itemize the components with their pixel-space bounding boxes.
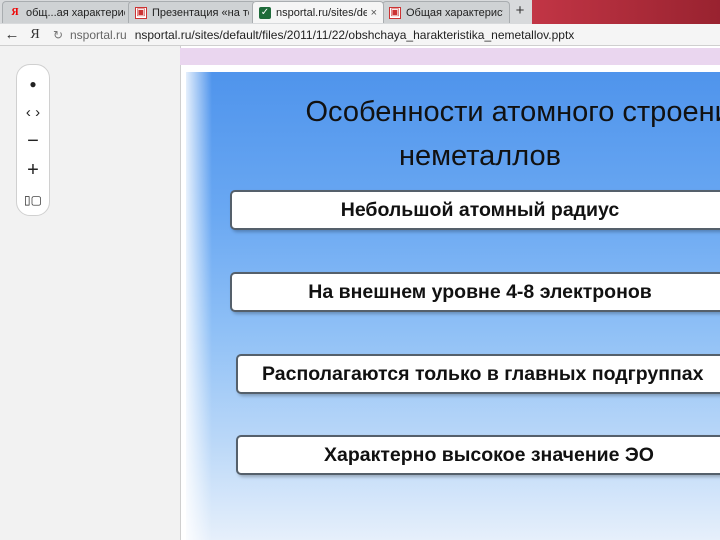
address-bar: ← Я ↻ nsportal.ru nsportal.ru/sites/defa… [0,24,720,46]
tab-nsportal[interactable]: ✓ nsportal.ru/sites/defa... × [252,1,384,23]
tab-label: Общая характеристи [406,6,503,19]
slide: Особенности атомного строения неметаллов… [186,72,720,540]
url-input[interactable]: nsportal.ru/sites/default/files/2011/11/… [135,28,575,42]
viewer-toolbar: ● ‹ › − + ▯▢ [16,64,50,216]
slide-title: Особенности атомного строения неметаллов [226,90,720,178]
tab-label: nsportal.ru/sites/defa... [276,6,367,19]
yandex-icon: Я [11,7,19,18]
zoom-in-icon[interactable]: + [18,156,48,185]
slide-title-line2: неметаллов [398,140,562,172]
slide-box-main-subgroups: Располагаются только в главных подгруппа… [236,354,720,394]
dot-icon[interactable]: ● [18,69,48,98]
nsportal-icon: ✓ [259,6,271,19]
slide-title-line1: Особенности атомного строения [305,96,720,128]
yandex-button[interactable]: Я [24,27,46,43]
tab-strip-background [532,0,720,24]
tab-label: общ...ая характеристи [26,6,125,19]
close-tab-icon[interactable]: × [371,7,377,19]
tab-strip: Я общ...ая характеристи ▣ Презентация «н… [0,0,720,24]
slide-box-atomic-radius: Небольшой атомный радиус [230,190,720,230]
slide-box-electronegativity: Характерно высокое значение ЭО [236,435,720,475]
url-host[interactable]: nsportal.ru [70,28,127,42]
zoom-out-icon[interactable]: − [18,127,48,156]
arrows-icon[interactable]: ‹ › [18,98,48,127]
new-tab-button[interactable]: + [512,2,528,20]
tab-presentation[interactable]: ▣ Презентация «на тему [128,1,256,23]
slides-view-icon[interactable]: ▯▢ [18,185,48,214]
slides-icon: ▣ [389,6,401,19]
previous-slide-edge [180,48,720,65]
back-arrow-icon[interactable]: ← [0,26,24,43]
slide-box-outer-electrons: На внешнем уровне 4-8 электронов [230,272,720,312]
slides-icon: ▣ [135,6,147,19]
reload-icon[interactable]: ↻ [50,28,66,42]
tab-general-characteristics[interactable]: ▣ Общая характеристи [382,1,510,23]
tab-label: Презентация «на тему [152,6,249,19]
tab-yandex[interactable]: Я общ...ая характеристи [2,1,132,23]
